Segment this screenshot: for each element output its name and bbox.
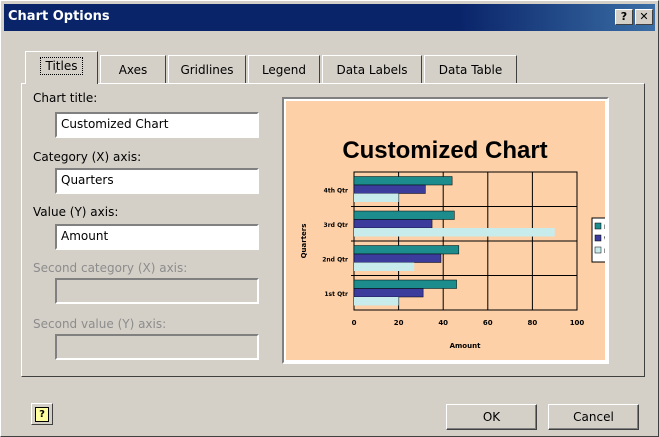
x-tick-label: 0: [352, 319, 357, 327]
chart-svg: Customized Chart 0 20 40 60 80 100 1st Qtr 2nd Q…: [300, 137, 605, 350]
legend-label-north: North: [604, 224, 605, 231]
close-button[interactable]: ✕: [635, 9, 653, 25]
bar-west: [353, 288, 424, 298]
value-axis-field[interactable]: Amount: [55, 224, 259, 250]
bar-north: [353, 210, 455, 220]
tab-legend-label: Legend: [261, 63, 307, 77]
bar-west: [353, 219, 433, 229]
chart-options-dialog: Chart Options ? ✕ Titles Axes Gridlines …: [0, 0, 659, 437]
legend-swatch-west: [594, 234, 602, 242]
category-axis-field[interactable]: Quarters: [55, 168, 259, 194]
tab-gridlines-label: Gridlines: [180, 63, 234, 77]
bar-east: [354, 228, 555, 237]
y-tick-label: 2nd Qtr: [322, 256, 348, 263]
help-button[interactable]: ?: [31, 403, 53, 425]
bar-east: [354, 297, 399, 306]
chart-area: Customized Chart 0 20 40 60 80 100 1st Qtr 2nd Q…: [286, 101, 605, 360]
bar-north: [353, 176, 453, 186]
tab-titles-label: Titles: [39, 57, 84, 75]
second-value-axis-label: Second value (Y) axis:: [33, 317, 167, 331]
legend-label-east: East: [604, 248, 605, 255]
x-tick-label: 80: [528, 319, 538, 327]
legend-swatch-north: [594, 222, 602, 230]
tab-legend[interactable]: Legend: [248, 55, 320, 83]
y-tick-label: 1st Qtr: [324, 291, 348, 298]
title-bar[interactable]: Chart Options ? ✕: [4, 4, 655, 31]
y-axis-title: Quarters: [300, 224, 308, 259]
tab-data-labels[interactable]: Data Labels: [322, 55, 422, 83]
x-tick-label: 40: [438, 319, 448, 327]
value-axis-label: Value (Y) axis:: [33, 205, 119, 219]
tab-data-table[interactable]: Data Table: [424, 55, 517, 83]
legend-label-west: West: [604, 236, 605, 243]
bar-west: [353, 253, 442, 263]
bar-east: [354, 262, 415, 271]
second-category-axis-label: Second category (X) axis:: [33, 261, 188, 275]
tab-data-labels-label: Data Labels: [336, 63, 408, 77]
chart-title-field[interactable]: Customized Chart: [55, 112, 259, 138]
tab-data-table-label: Data Table: [438, 63, 503, 77]
ok-button[interactable]: OK: [446, 404, 537, 430]
bar-north: [353, 245, 460, 255]
category-axis-label: Category (X) axis:: [33, 150, 142, 164]
bar-west: [353, 184, 426, 194]
second-value-axis-field: [55, 334, 259, 360]
window-title: Chart Options: [8, 9, 110, 24]
help-icon: ?: [35, 407, 49, 422]
tab-gridlines[interactable]: Gridlines: [168, 55, 246, 83]
help-question-button[interactable]: ?: [615, 9, 633, 25]
bar-east: [354, 193, 399, 202]
x-tick-label: 100: [570, 319, 585, 327]
y-tick-label: 4th Qtr: [324, 187, 348, 194]
tab-axes[interactable]: Axes: [100, 55, 166, 83]
tab-axes-label: Axes: [118, 63, 148, 77]
tab-titles[interactable]: Titles: [25, 51, 98, 84]
cancel-button[interactable]: Cancel: [548, 404, 639, 430]
second-category-axis-field: [55, 278, 259, 304]
x-tick-label: 60: [483, 319, 493, 327]
x-axis-title: Amount: [450, 342, 481, 350]
bar-north: [353, 279, 457, 289]
chart-preview: Customized Chart 0 20 40 60 80 100 1st Qtr 2nd Q…: [282, 97, 609, 364]
x-tick-label: 20: [394, 319, 404, 327]
chart-title: Customized Chart: [342, 137, 547, 164]
legend-swatch-east: [594, 246, 602, 254]
chart-title-label: Chart title:: [33, 91, 98, 105]
y-tick-label: 3rd Qtr: [324, 222, 348, 229]
